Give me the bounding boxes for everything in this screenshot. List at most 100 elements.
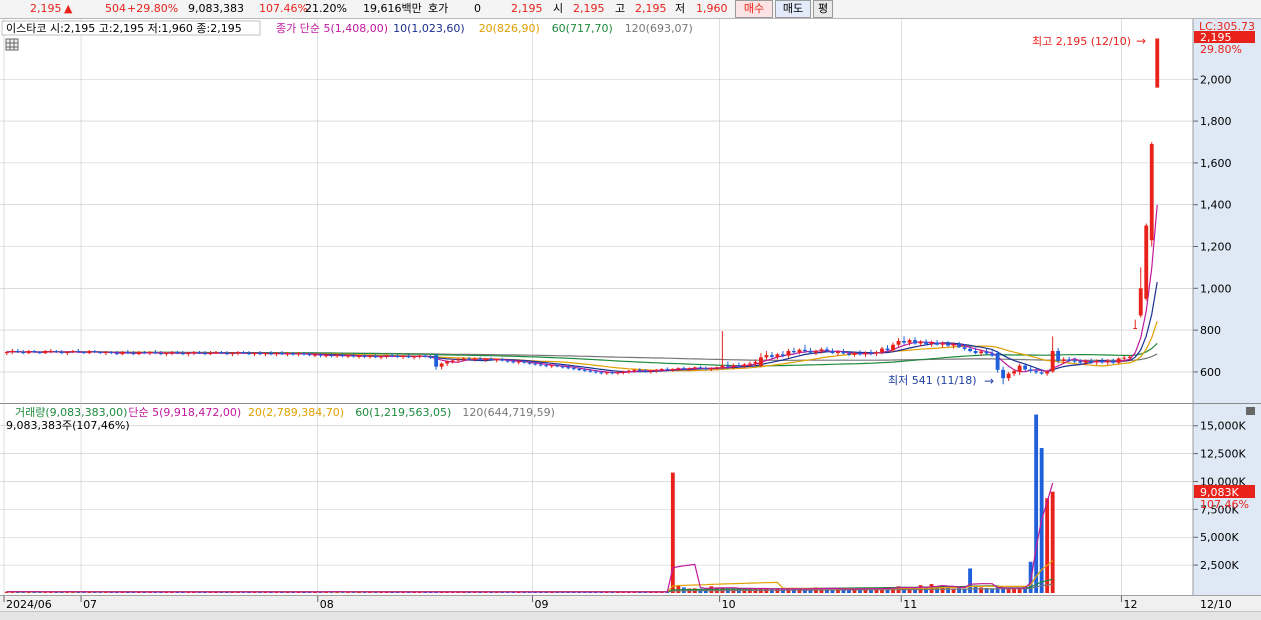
candle-body xyxy=(703,368,708,370)
candle-body xyxy=(147,352,152,354)
volume-bar xyxy=(1050,491,1055,593)
candle-body xyxy=(951,344,956,346)
buy-button[interactable]: 매수 xyxy=(735,0,773,18)
candle-body xyxy=(1001,369,1006,379)
candle-body xyxy=(858,353,862,355)
x-axis-date-label: 12/10 xyxy=(1200,598,1232,611)
candle-body xyxy=(1061,359,1066,362)
candle-body xyxy=(500,359,505,361)
candle-body xyxy=(456,359,461,361)
price-chart[interactable]: 2,000 1,800 1,600 1,400 1,200 1,000 800 600 이스타… xyxy=(0,19,1261,403)
candle-body xyxy=(1012,371,1017,374)
candle-body xyxy=(472,358,477,360)
low-value: 1,960 xyxy=(696,2,728,15)
candle-body xyxy=(869,352,873,354)
price-plot-area xyxy=(0,19,1193,403)
volume-legend: 거래량(9,083,383,00) 단순 5(9,918,472,00) 20(2,… xyxy=(15,406,555,419)
candle-body xyxy=(186,353,191,355)
candle-body xyxy=(533,363,538,365)
sell-button[interactable]: 매도 xyxy=(775,0,811,18)
candle-body xyxy=(758,357,763,366)
candle-body xyxy=(92,351,97,353)
avg-button[interactable]: 평 xyxy=(813,0,833,18)
volume-chart[interactable]: 15,000K12,500K10,000K7,500K5,000K2,500K … xyxy=(0,403,1261,595)
candle-body xyxy=(26,351,31,354)
volume-bar xyxy=(780,588,785,593)
candle-body xyxy=(692,367,697,369)
candle-body xyxy=(406,356,411,358)
ma-legend-item: 20(826,90) xyxy=(479,22,540,35)
high-label: 고 xyxy=(615,2,626,15)
volume-sub-label: 9,083,383주(107,46%) xyxy=(6,419,130,432)
x-tick-label: 11 xyxy=(903,598,917,611)
candle-body xyxy=(747,363,752,365)
candle-body xyxy=(880,348,884,353)
candle-body xyxy=(263,353,268,355)
candle-body xyxy=(731,365,736,367)
candle-body xyxy=(54,351,59,353)
candle-body xyxy=(307,354,312,356)
candle-body xyxy=(1116,358,1121,363)
candle-body xyxy=(538,364,543,366)
candle-body xyxy=(896,340,901,345)
candle-body xyxy=(836,351,840,354)
candle-body xyxy=(555,365,560,367)
candle-body xyxy=(1094,361,1099,363)
candle-body xyxy=(1017,365,1022,372)
candle-body xyxy=(81,352,86,354)
candle-body xyxy=(979,351,984,354)
candle-body xyxy=(335,355,339,357)
high-arrow-icon: → xyxy=(1136,34,1146,48)
close-panel-icon[interactable] xyxy=(1246,407,1255,415)
low-label: 저 xyxy=(675,2,686,15)
candle-body xyxy=(874,352,879,354)
candle-body xyxy=(225,353,229,355)
candle-body xyxy=(1155,38,1160,88)
volume-bar xyxy=(825,588,829,593)
candle-body xyxy=(841,351,846,354)
candle-body xyxy=(913,340,917,344)
candle-body xyxy=(329,355,334,357)
grid-toggle-icon[interactable] xyxy=(5,38,19,51)
quote-bar: 2,195 ▲ 504 +29.80% 9,083,383 107.46% 21… xyxy=(0,0,1261,19)
volume-bar xyxy=(1045,498,1050,593)
candle-body xyxy=(142,352,147,354)
stock-info-label: 이스타코 시:2,195 고:2,195 저:1,960 종:2,195 xyxy=(6,22,242,35)
candle-body xyxy=(929,342,934,344)
candle-body xyxy=(258,353,262,355)
candle-body xyxy=(467,358,472,360)
candle-body xyxy=(676,368,681,370)
x-tick-label: 07 xyxy=(83,598,97,611)
candle-body xyxy=(742,364,747,367)
price-tick-label: 800 xyxy=(1200,324,1221,337)
candle-body xyxy=(736,365,741,367)
candle-body xyxy=(1138,288,1143,316)
volume-tick-label: 15,000K xyxy=(1200,420,1246,433)
ma-legend-item: 종가 단순 5(1,408,00) xyxy=(276,22,388,35)
candle-body xyxy=(593,371,598,373)
candle-body xyxy=(214,352,218,354)
candle-body xyxy=(296,353,301,355)
candle-body xyxy=(907,340,912,343)
candle-body xyxy=(125,352,130,354)
candle-body xyxy=(489,358,494,361)
candle-body xyxy=(698,367,703,369)
candle-body xyxy=(825,349,829,352)
candle-body xyxy=(114,353,119,355)
candle-body xyxy=(346,355,350,357)
volume-current-pct: 107,46% xyxy=(1200,498,1249,511)
low-annotation: 최저 541 (11/18) xyxy=(888,374,977,387)
candle-body xyxy=(632,369,637,371)
candle-body xyxy=(368,356,372,358)
candle-body xyxy=(665,368,670,370)
candle-body xyxy=(1133,328,1138,330)
candle-body xyxy=(775,354,780,357)
candle-body xyxy=(670,368,675,370)
candle-body xyxy=(588,370,593,372)
candle-body xyxy=(384,355,389,357)
candle-body xyxy=(582,369,587,371)
candle-body xyxy=(313,354,317,356)
volume-ratio: 107.46% xyxy=(259,2,308,15)
candle-body xyxy=(626,370,631,372)
x-tick-label: 09 xyxy=(534,598,548,611)
